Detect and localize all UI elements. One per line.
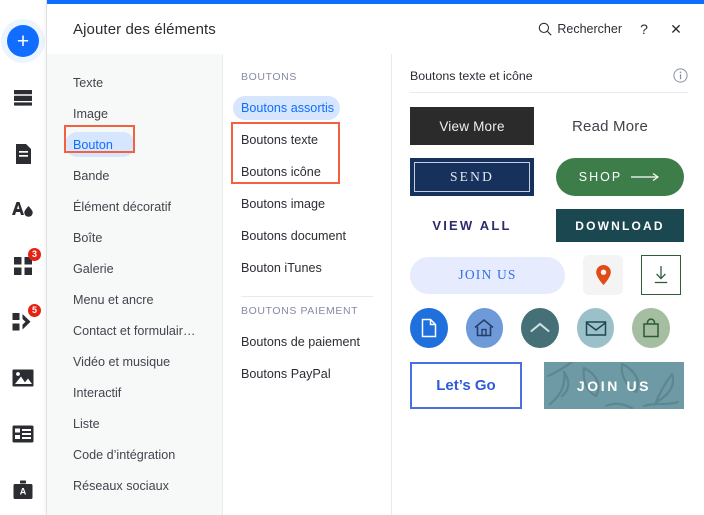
page-icon xyxy=(15,144,31,164)
subcategory-item-boutons-de-paiement[interactable]: Boutons de paiement xyxy=(223,326,391,358)
view-all-button[interactable]: VIEW ALL xyxy=(410,218,534,233)
theme-icon xyxy=(12,202,33,217)
shopping-bag-icon-button[interactable] xyxy=(632,308,670,348)
add-elements-panel: Ajouter des éléments Rechercher ? ✕ Text… xyxy=(47,0,704,515)
close-button[interactable]: ✕ xyxy=(666,19,686,39)
app-root: + 3 5 A Ajouter des éléments Rechercher … xyxy=(0,0,704,515)
search-label: Rechercher xyxy=(557,22,622,36)
join-us-pill-button[interactable]: JOIN US xyxy=(410,256,565,294)
preview-row-6: Let’s Go JOIN US xyxy=(410,362,688,409)
page-title: Ajouter des éléments xyxy=(73,20,216,38)
chevron-up-icon xyxy=(530,322,550,333)
shopping-bag-icon xyxy=(643,318,659,338)
subcategory-group-title-boutons-paiement: BOUTONS PAIEMENT xyxy=(241,305,359,317)
join-us-image-label: JOIN US xyxy=(576,377,652,394)
lets-go-button[interactable]: Let’s Go xyxy=(410,362,522,409)
category-item-image[interactable]: Image xyxy=(47,98,222,129)
subcategory-list: BOUTONS Boutons assortis Boutons texte B… xyxy=(223,54,392,515)
preview-row-5 xyxy=(410,308,688,348)
document-icon xyxy=(421,318,437,338)
rail-item-add-element[interactable]: + xyxy=(3,21,43,61)
view-more-button[interactable]: View More xyxy=(410,107,534,145)
join-us-image-button[interactable]: JOIN US xyxy=(544,362,684,409)
location-pin-icon xyxy=(595,265,611,285)
subcategory-item-boutons-assortis[interactable]: Boutons assortis xyxy=(223,92,391,124)
category-item-galerie[interactable]: Galerie xyxy=(47,253,222,284)
briefcase-icon: A xyxy=(13,480,33,499)
subcategory-item-boutons-document[interactable]: Boutons document xyxy=(223,220,391,252)
plus-icon[interactable]: + xyxy=(7,25,39,57)
chevron-up-icon-button[interactable] xyxy=(521,308,559,348)
preview-row-2: SEND SHOP xyxy=(410,158,688,196)
location-pin-button[interactable] xyxy=(583,255,623,295)
send-button[interactable]: SEND xyxy=(410,158,534,196)
subcategory-item-boutons-image[interactable]: Boutons image xyxy=(223,188,391,220)
preview-row-3: VIEW ALL DOWNLOAD xyxy=(410,209,688,242)
document-icon-button[interactable] xyxy=(410,308,448,348)
rail-item-sections[interactable] xyxy=(3,78,43,118)
category-item-liste[interactable]: Liste xyxy=(47,408,222,439)
rail-item-media[interactable] xyxy=(3,358,43,398)
preview-section-title: Boutons texte et icône xyxy=(410,68,533,83)
rail-item-layouts[interactable] xyxy=(3,414,43,454)
category-item-bouton[interactable]: Bouton xyxy=(47,129,222,160)
editor-left-rail: + 3 5 A xyxy=(0,0,47,515)
layout-icon xyxy=(12,425,34,443)
business-tools-badge: 5 xyxy=(28,304,41,317)
rail-item-apps[interactable]: 3 xyxy=(3,246,43,286)
subcategory-group-title-boutons: BOUTONS xyxy=(241,71,297,83)
subcategory-item-boutons-paypal[interactable]: Boutons PayPal xyxy=(223,358,391,390)
preview-section-header: Boutons texte et icône xyxy=(410,68,688,93)
download-button[interactable]: DOWNLOAD xyxy=(556,209,684,242)
panel-columns: Texte Image Bouton Bande Élément décorat… xyxy=(47,54,704,515)
download-box-button[interactable] xyxy=(641,255,681,295)
envelope-icon-button[interactable] xyxy=(576,308,615,348)
send-button-label: SEND xyxy=(449,169,495,184)
category-item-reseaux-sociaux[interactable]: Réseaux sociaux xyxy=(47,470,222,501)
panel-header: Ajouter des éléments Rechercher ? ✕ xyxy=(47,4,704,54)
home-icon xyxy=(474,318,494,337)
category-item-contact-et-formulaires[interactable]: Contact et formulair… xyxy=(47,315,222,346)
home-icon-button[interactable] xyxy=(465,308,504,348)
subcategory-item-bouton-itunes[interactable]: Bouton iTunes xyxy=(223,252,391,284)
help-button[interactable]: ? xyxy=(634,19,654,39)
envelope-icon xyxy=(585,320,606,336)
category-item-menu-et-ancre[interactable]: Menu et ancre xyxy=(47,284,222,315)
category-item-video-et-musique[interactable]: Vidéo et musique xyxy=(47,346,222,377)
svg-text:A: A xyxy=(20,487,27,497)
category-list: Texte Image Bouton Bande Élément décorat… xyxy=(47,54,223,515)
rail-item-business-tools[interactable]: 5 xyxy=(3,302,43,342)
category-item-boite[interactable]: Boîte xyxy=(47,222,222,253)
category-item-code-dintegration[interactable]: Code d’intégration xyxy=(47,439,222,470)
subcategory-item-boutons-icone[interactable]: Boutons icône xyxy=(223,156,391,188)
search-icon xyxy=(539,22,552,36)
category-item-texte[interactable]: Texte xyxy=(47,67,222,98)
rail-item-blog[interactable]: A xyxy=(3,470,43,510)
category-item-element-decoratif[interactable]: Élément décoratif xyxy=(47,191,222,222)
apps-badge: 3 xyxy=(28,248,41,261)
read-more-button[interactable]: Read More xyxy=(572,118,648,135)
subcategory-divider xyxy=(241,296,373,297)
header-actions: Rechercher ? ✕ xyxy=(538,19,686,39)
preview-row-4: JOIN US xyxy=(410,255,688,295)
shop-button[interactable]: SHOP xyxy=(556,158,684,196)
shop-button-label: SHOP xyxy=(578,170,623,184)
info-icon[interactable] xyxy=(673,68,688,83)
arrow-right-icon xyxy=(631,173,660,181)
category-item-interactif[interactable]: Interactif xyxy=(47,377,222,408)
preview-row-1: View More Read More xyxy=(410,107,688,145)
sections-icon xyxy=(14,90,32,106)
rail-item-pages[interactable] xyxy=(3,134,43,174)
category-item-bande[interactable]: Bande xyxy=(47,160,222,191)
subcategory-item-boutons-texte[interactable]: Boutons texte xyxy=(223,124,391,156)
download-arrow-icon xyxy=(654,266,668,284)
preview-pane: Boutons texte et icône View More Read Mo… xyxy=(392,54,704,515)
image-icon xyxy=(12,369,34,387)
search-button[interactable]: Rechercher xyxy=(538,22,622,36)
rail-item-theme[interactable] xyxy=(3,190,43,230)
